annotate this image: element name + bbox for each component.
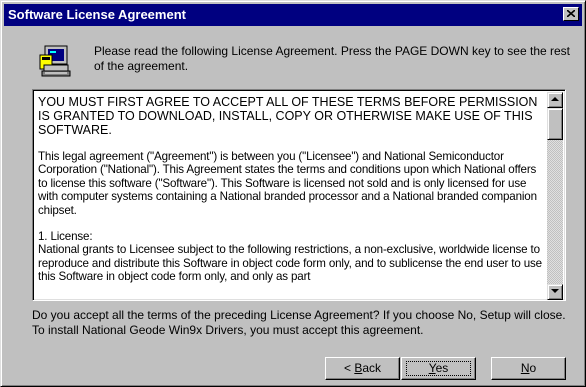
scroll-up-button[interactable]: [547, 92, 563, 108]
license-paragraph: This legal agreement ("Agreement") is be…: [38, 150, 537, 217]
arrow-up-icon: [551, 97, 559, 101]
license-text-box[interactable]: YOU MUST FIRST AGREE TO ACCEPT ALL OF TH…: [32, 89, 566, 301]
license-text-content: YOU MUST FIRST AGREE TO ACCEPT ALL OF TH…: [38, 95, 548, 297]
focus-ring: [406, 361, 471, 376]
arrow-down-icon: [551, 289, 559, 293]
back-button[interactable]: < Back: [325, 357, 400, 380]
window-title: Software License Agreement: [8, 7, 186, 22]
close-button[interactable]: [563, 7, 579, 21]
setup-computer-icon: [39, 45, 71, 77]
accept-question-text: Do you accept all the terms of the prece…: [32, 308, 566, 337]
license-section-heading: 1. License:: [38, 230, 93, 244]
no-label: o: [529, 361, 537, 375]
license-paragraph: National grants to Licensee subject to t…: [38, 243, 542, 284]
back-label: ack: [362, 361, 382, 375]
license-paragraph: YOU MUST FIRST AGREE TO ACCEPT ALL OF TH…: [38, 95, 538, 137]
back-prefix: <: [343, 361, 355, 375]
license-dialog: Software License Agreement Please read t…: [0, 0, 586, 387]
close-icon: [567, 10, 575, 17]
yes-button[interactable]: Yes: [401, 357, 476, 380]
scroll-thumb[interactable]: [547, 108, 563, 140]
title-bar[interactable]: Software License Agreement: [4, 4, 582, 26]
scroll-down-button[interactable]: [547, 284, 563, 300]
no-button[interactable]: No: [491, 357, 566, 380]
instructions-text: Please read the following License Agreem…: [94, 44, 571, 73]
vertical-scrollbar[interactable]: [547, 92, 563, 300]
